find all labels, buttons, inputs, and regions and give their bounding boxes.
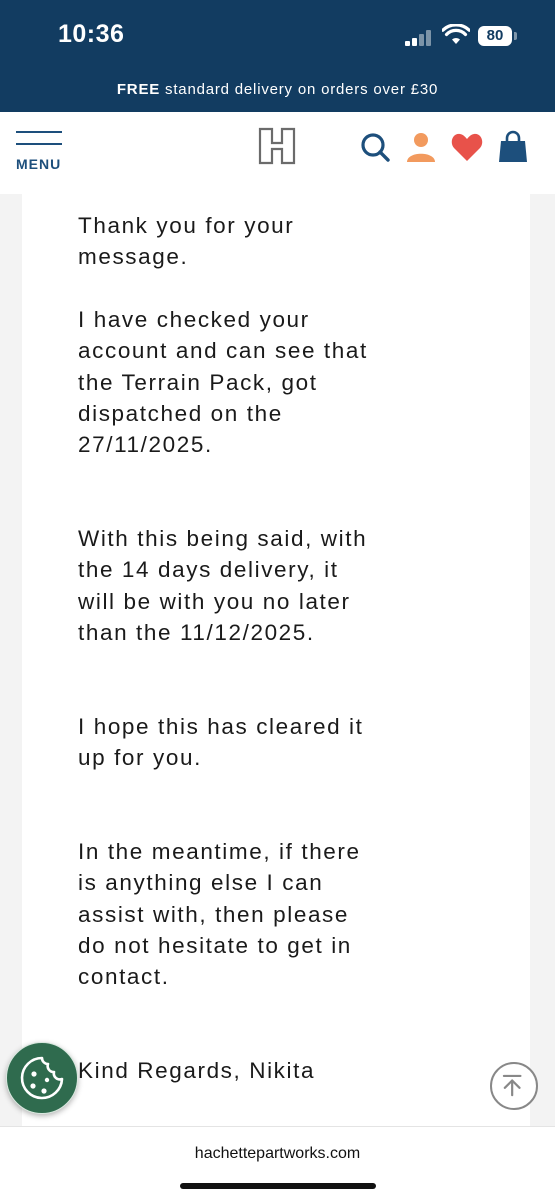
promo-text: standard delivery on orders over £30 bbox=[160, 81, 439, 98]
status-bar: 10:36 80 bbox=[0, 0, 555, 72]
battery-indicator: 80 bbox=[478, 26, 512, 46]
promo-bold: FREE bbox=[116, 81, 161, 98]
shopping-bag-icon[interactable] bbox=[496, 130, 530, 164]
back-to-top-button[interactable] bbox=[490, 1062, 538, 1110]
cookie-icon bbox=[20, 1056, 64, 1100]
message-signoff: Kind Regards, Nikita bbox=[78, 1058, 316, 1083]
promo-banner[interactable]: FREE standard delivery on orders over £3… bbox=[0, 72, 555, 112]
browser-bottom-bar: hachettepartworks.com bbox=[0, 1126, 555, 1201]
hachette-logo[interactable] bbox=[257, 126, 297, 166]
menu-button[interactable]: MENU bbox=[14, 130, 64, 174]
message-paragraph: I hope this has cleared it up for you. bbox=[78, 714, 364, 771]
menu-label: MENU bbox=[16, 156, 62, 172]
back-to-top-icon bbox=[502, 1074, 522, 1097]
message-paragraph: Thank you for your message. bbox=[78, 213, 295, 270]
wifi-icon bbox=[442, 24, 470, 44]
home-indicator[interactable] bbox=[180, 1183, 376, 1189]
message-paragraph: I have checked your account and can see … bbox=[78, 307, 368, 458]
search-icon[interactable] bbox=[358, 130, 392, 164]
message-paragraph: In the meantime, if there is anything el… bbox=[78, 839, 361, 990]
address-bar-url[interactable]: hachettepartworks.com bbox=[0, 1145, 555, 1163]
message-paragraph: With this being said, with the 14 days d… bbox=[78, 526, 368, 645]
cookie-settings-button[interactable] bbox=[6, 1042, 78, 1114]
site-header: MENU bbox=[0, 112, 555, 194]
status-time: 10:36 bbox=[58, 20, 125, 48]
message-panel: Thank you for your message. I have check… bbox=[22, 194, 530, 1126]
battery-cap bbox=[514, 32, 517, 40]
wishlist-heart-icon[interactable] bbox=[450, 130, 484, 164]
account-icon[interactable] bbox=[404, 130, 438, 164]
cellular-signal-icon bbox=[405, 30, 433, 46]
